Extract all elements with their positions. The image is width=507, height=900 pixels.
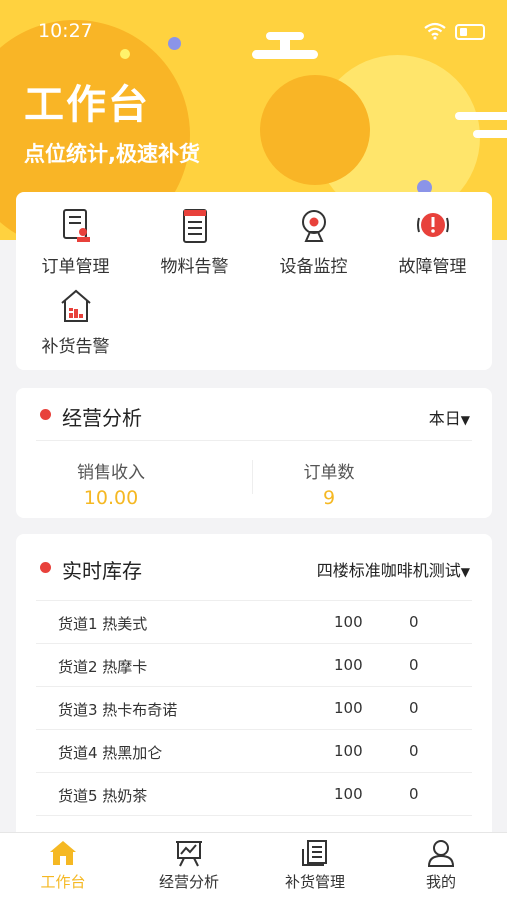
realtime-stock-card: 实时库存 四楼标准咖啡机测试▼ 货道1 热美式 100 0 货道2 热摩卡 10… [16, 534, 492, 844]
order-doc-icon [62, 209, 90, 242]
menu-item-material-alert[interactable]: 物料告警 [135, 208, 254, 277]
period-select[interactable]: 本日▼ [429, 405, 470, 429]
battery-icon [455, 24, 485, 40]
chart-board-icon [176, 841, 202, 867]
tab-label: 补货管理 [284, 873, 345, 891]
table-row: 货道2 热摩卡 100 0 [36, 643, 472, 686]
lane-sold: 0 [409, 656, 419, 674]
section-title: 实时库存 [62, 559, 142, 583]
home-icon [50, 841, 76, 865]
tab-restock[interactable]: 补货管理 [252, 839, 378, 892]
period-value: 本日 [428, 409, 461, 428]
orders-value: 9 [322, 487, 336, 509]
sales-stat: 销售收入 10.00 [16, 458, 206, 509]
orders-label: 订单数 [303, 463, 355, 483]
lane-qty: 100 [334, 699, 363, 717]
page-subtitle: 点位统计,极速补货 [24, 142, 200, 166]
cloud-decoration [455, 112, 507, 142]
menu-item-device-monitor[interactable]: 设备监控 [254, 208, 373, 277]
bottom-tab-bar: 工作台 经营分析 补货管理 我的 [0, 832, 507, 900]
tab-label: 工作台 [40, 873, 86, 891]
status-time: 10:27 [38, 20, 93, 42]
section-header: 实时库存 四楼标准咖啡机测试▼ [16, 534, 492, 600]
lane-name: 货道2 热摩卡 [58, 658, 148, 676]
orders-stat: 订单数 9 [234, 458, 424, 509]
lane-sold: 0 [409, 613, 419, 631]
lane-name: 货道4 热黑加仑 [58, 744, 163, 762]
page-title: 工作台 [24, 82, 150, 128]
menu-item-fault[interactable]: 故障管理 [373, 208, 492, 277]
menu-label: 订单管理 [41, 257, 110, 277]
camera-icon [301, 210, 326, 242]
caret-down-icon: ▼ [460, 413, 470, 427]
wifi-icon [424, 22, 446, 40]
tab-workbench[interactable]: 工作台 [0, 839, 126, 892]
restock-list-icon [302, 840, 327, 866]
lane-qty: 100 [334, 785, 363, 803]
table-row: 货道4 热黑加仑 100 0 [36, 729, 472, 772]
table-row: 货道3 热卡布奇诺 100 0 [36, 686, 472, 729]
sales-label: 销售收入 [77, 463, 145, 483]
alert-icon [416, 213, 449, 237]
menu-label: 物料告警 [160, 257, 229, 277]
tab-label: 经营分析 [158, 873, 219, 891]
restock-house-icon [60, 289, 91, 322]
section-title: 经营分析 [62, 406, 142, 430]
lane-qty: 100 [334, 742, 363, 760]
table-row: 货道1 热美式 100 0 [36, 600, 472, 643]
lane-qty: 100 [334, 613, 363, 631]
status-bar: 10:27 [0, 0, 507, 42]
menu-label: 补货告警 [41, 337, 110, 357]
section-header: 经营分析 本日▼ [16, 388, 492, 440]
lane-name: 货道3 热卡布奇诺 [58, 701, 178, 719]
material-list-icon [182, 209, 207, 243]
quick-menu-card: 订单管理 物料告警 设备监控 故障管理 补货告警 [16, 192, 492, 370]
lane-sold: 0 [409, 785, 419, 803]
menu-item-restock-alert[interactable]: 补货告警 [16, 288, 135, 357]
business-analysis-card: 经营分析 本日▼ 销售收入 10.00 订单数 9 [16, 388, 492, 518]
machine-select[interactable]: 四楼标准咖啡机测试▼ [317, 557, 470, 581]
table-row: 货道5 热奶茶 100 0 [36, 772, 472, 815]
tab-mine[interactable]: 我的 [378, 839, 504, 892]
lane-sold: 0 [409, 699, 419, 717]
tab-analysis[interactable]: 经营分析 [126, 839, 252, 892]
tab-label: 我的 [425, 873, 456, 891]
lane-name: 货道5 热奶茶 [58, 787, 148, 805]
menu-item-orders[interactable]: 订单管理 [16, 208, 135, 277]
bullet-dot [40, 562, 51, 573]
sales-value: 10.00 [83, 487, 139, 509]
lane-sold: 0 [409, 742, 419, 760]
menu-label: 故障管理 [398, 257, 467, 277]
bullet-dot [40, 409, 51, 420]
user-icon [427, 840, 455, 867]
lane-qty: 100 [334, 656, 363, 674]
machine-value: 四楼标准咖啡机测试 [316, 561, 461, 580]
lane-name: 货道1 热美式 [58, 615, 148, 633]
caret-down-icon: ▼ [460, 565, 470, 579]
menu-label: 设备监控 [279, 257, 348, 277]
